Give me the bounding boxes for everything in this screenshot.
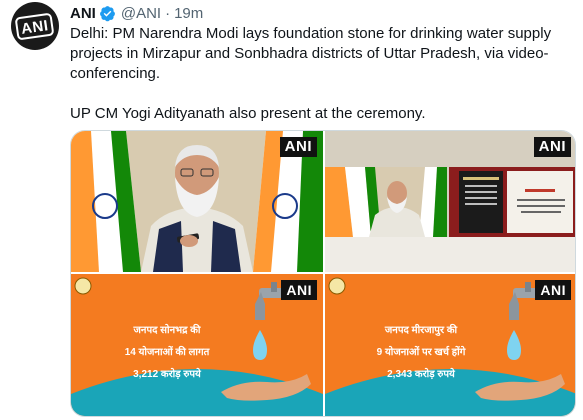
media-image-1[interactable]: ANI <box>71 131 323 272</box>
tweet[interactable]: ANI ANI @ANI · 19m Delhi: PM Narendra Mo… <box>0 0 583 420</box>
infographic-text: जनपद मीरजापुर की 9 योजनाओं पर खर्च होंगे… <box>325 322 575 380</box>
media-image-3[interactable]: जनपद सोनभद्र की 14 योजनाओं की लागत 3,212… <box>71 274 323 416</box>
media-image-2[interactable]: ANI <box>325 131 575 272</box>
media-grid: ANI ANI जनपद सोनभद्र की 14 योजनाओं की ला… <box>70 130 576 417</box>
tweet-header: ANI @ANI · 19m <box>70 2 203 24</box>
ani-watermark: ANI <box>533 137 571 157</box>
header-separator: · <box>165 4 171 22</box>
ani-watermark: ANI <box>535 280 571 300</box>
avatar[interactable]: ANI <box>11 2 59 50</box>
tweet-text-paragraph: UP CM Yogi Adityanath also present at th… <box>70 105 426 122</box>
author-handle[interactable]: @ANI <box>121 5 161 22</box>
author-name[interactable]: ANI <box>70 5 96 22</box>
infographic-line: 14 योजनाओं की लागत <box>124 347 210 358</box>
infographic-line: 9 योजनाओं पर खर्च होंगे <box>376 347 466 358</box>
infographic-line: 3,212 करोड़ रुपये <box>133 369 201 380</box>
infographic-line: जनपद सोनभद्र की <box>133 325 201 336</box>
avatar-logo-text: ANI <box>14 12 56 40</box>
media-image-4[interactable]: जनपद मीरजापुर की 9 योजनाओं पर खर्च होंगे… <box>325 274 575 416</box>
tweet-timestamp[interactable]: 19m <box>174 5 203 22</box>
infographic-line: 2,343 करोड़ रुपये <box>387 369 455 380</box>
ani-watermark: ANI <box>281 280 317 300</box>
infographic-text: जनपद सोनभद्र की 14 योजनाओं की लागत 3,212… <box>71 322 323 380</box>
ani-watermark: ANI <box>279 137 317 157</box>
verified-badge-icon <box>99 5 115 21</box>
tweet-text-paragraph: Delhi: PM Narendra Modi lays foundation … <box>70 25 552 82</box>
tweet-text: Delhi: PM Narendra Modi lays foundation … <box>70 24 570 124</box>
infographic-line: जनपद मीरजापुर की <box>384 325 458 336</box>
